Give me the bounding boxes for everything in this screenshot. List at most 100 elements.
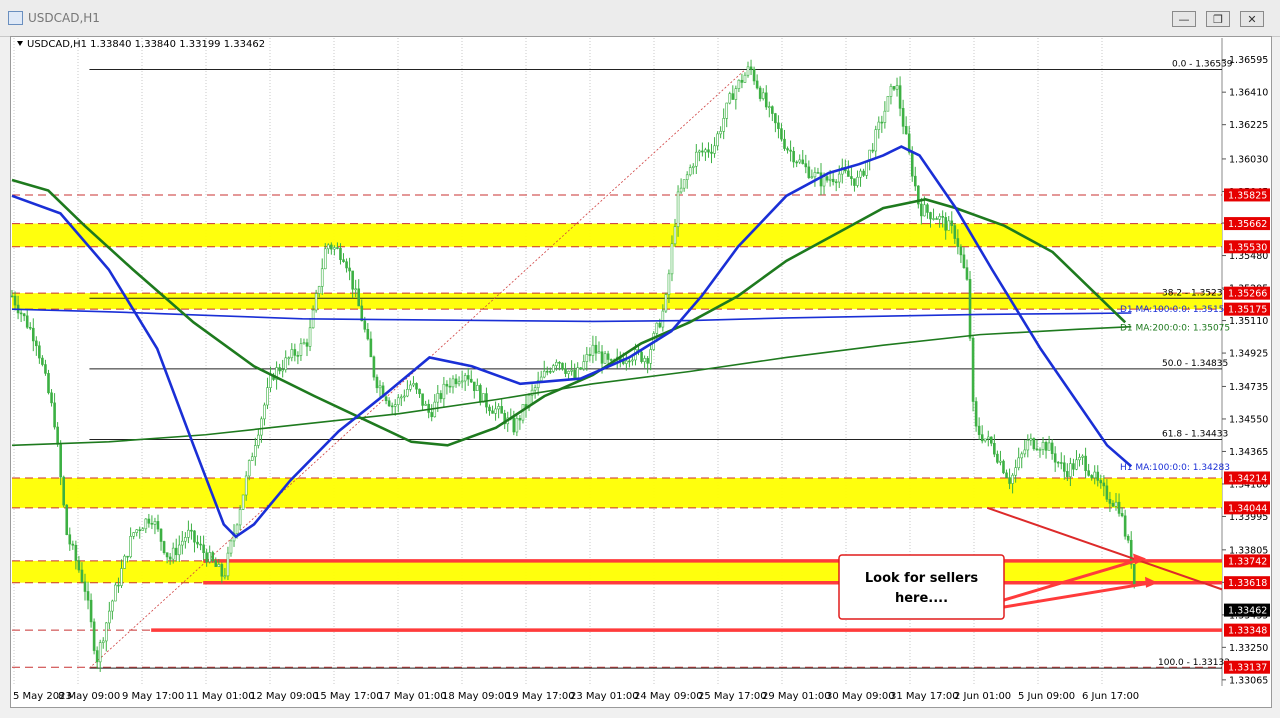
candle-body: [1108, 498, 1112, 504]
candle-body: [545, 370, 549, 373]
candle-body: [795, 161, 798, 164]
fib-level-label: 38.2 - 1.35237: [1162, 288, 1228, 298]
candle-body: [740, 79, 744, 83]
candle-body: [92, 621, 96, 651]
candle-body: [780, 128, 783, 140]
candle-body: [1069, 463, 1072, 477]
candle-body: [406, 389, 409, 397]
candle-body: [1075, 459, 1078, 470]
candle-body: [59, 444, 62, 478]
candle-body: [649, 349, 652, 364]
candle-body: [676, 191, 680, 227]
fib-level-label: 61.8 - 1.34433: [1162, 430, 1228, 440]
candle-body: [698, 150, 701, 153]
candle-body: [661, 310, 665, 328]
candle-body: [1035, 448, 1039, 451]
candle-body: [1087, 470, 1090, 476]
y-tick-label: 1.36030: [1229, 154, 1268, 165]
candle-body: [1044, 442, 1048, 451]
candle-body: [941, 215, 944, 218]
candle-body: [1056, 461, 1060, 464]
candle-body: [926, 204, 929, 213]
support-resistance-zone: [12, 293, 1222, 310]
candle-body: [704, 149, 707, 153]
candle-body: [68, 534, 72, 545]
candle-body: [56, 426, 59, 445]
candle-body: [813, 172, 817, 178]
candle-body: [959, 246, 963, 256]
candle-body: [901, 108, 905, 127]
candle-body: [308, 327, 312, 347]
candle-body: [831, 178, 835, 183]
candle-body: [421, 393, 424, 406]
x-tick-label: 9 May 17:00: [122, 691, 184, 702]
candle-body: [679, 187, 683, 193]
candle-body: [1038, 449, 1042, 451]
candle-body: [396, 397, 400, 405]
candle-body: [305, 342, 309, 347]
x-tick-label: 5 Jun 09:00: [1018, 691, 1075, 702]
candle-body: [35, 340, 38, 347]
candle-body: [296, 355, 300, 357]
support-resistance-zone: [12, 223, 1222, 247]
candle-body: [114, 584, 117, 602]
candle-body: [156, 521, 160, 530]
candle-body: [257, 434, 260, 446]
candle-body: [856, 176, 859, 186]
candle-body: [521, 404, 525, 421]
candle-body: [269, 374, 272, 388]
candle-body: [646, 358, 649, 364]
candle-body: [363, 320, 367, 330]
candle-body: [202, 544, 205, 554]
price-chart[interactable]: 5 May 20238 May 09:00 9 May 17:00 11 May 0…: [0, 0, 1280, 718]
candle-body: [53, 402, 56, 428]
candle-body: [986, 436, 990, 440]
price-label-text: 1.34044: [1228, 503, 1267, 514]
candle-body: [135, 529, 138, 533]
candle-body: [938, 215, 941, 220]
candle-body: [476, 385, 479, 392]
candle-body: [722, 118, 725, 132]
candle-body: [1072, 463, 1075, 470]
ma-label: H1 MA:100:0:0: 1.34283: [1120, 463, 1230, 473]
candle-body: [415, 383, 418, 390]
candle-body: [457, 381, 461, 385]
candle-body: [171, 547, 175, 560]
candle-body: [469, 378, 473, 383]
candle-body: [801, 159, 805, 164]
candle-body: [451, 378, 455, 388]
candle-body: [862, 170, 865, 176]
x-tick-label: 18 May 09:00: [442, 691, 511, 702]
candle-body: [44, 364, 47, 374]
price-label-text: 1.33618: [1228, 578, 1267, 589]
candle-body: [691, 165, 695, 168]
candle-body: [399, 396, 403, 399]
candle-body: [1117, 501, 1121, 514]
candle-body: [555, 361, 558, 366]
candle-body: [935, 218, 938, 220]
candle-body: [515, 418, 519, 433]
candle-body: [655, 322, 659, 334]
candle-body: [168, 556, 172, 560]
candle-body: [238, 509, 242, 526]
candle-body: [141, 528, 145, 531]
candle-body: [971, 337, 975, 402]
candle-body: [567, 371, 570, 374]
candle-body: [1093, 471, 1097, 479]
candle-body: [1047, 442, 1051, 451]
candle-body: [777, 122, 780, 129]
candle-body: [13, 295, 17, 306]
candle-body: [886, 96, 890, 112]
candle-body: [132, 532, 135, 537]
candle-body: [31, 327, 35, 342]
candle-body: [561, 362, 564, 370]
candle-body: [664, 294, 668, 312]
candle-body: [278, 367, 281, 372]
candle-body: [247, 460, 251, 477]
candle-body: [591, 344, 595, 356]
candle-body: [101, 640, 105, 643]
candle-body: [1041, 442, 1045, 450]
y-tick-label: 1.34550: [1229, 414, 1268, 425]
candle-body: [71, 543, 75, 546]
candle-body: [570, 369, 573, 372]
